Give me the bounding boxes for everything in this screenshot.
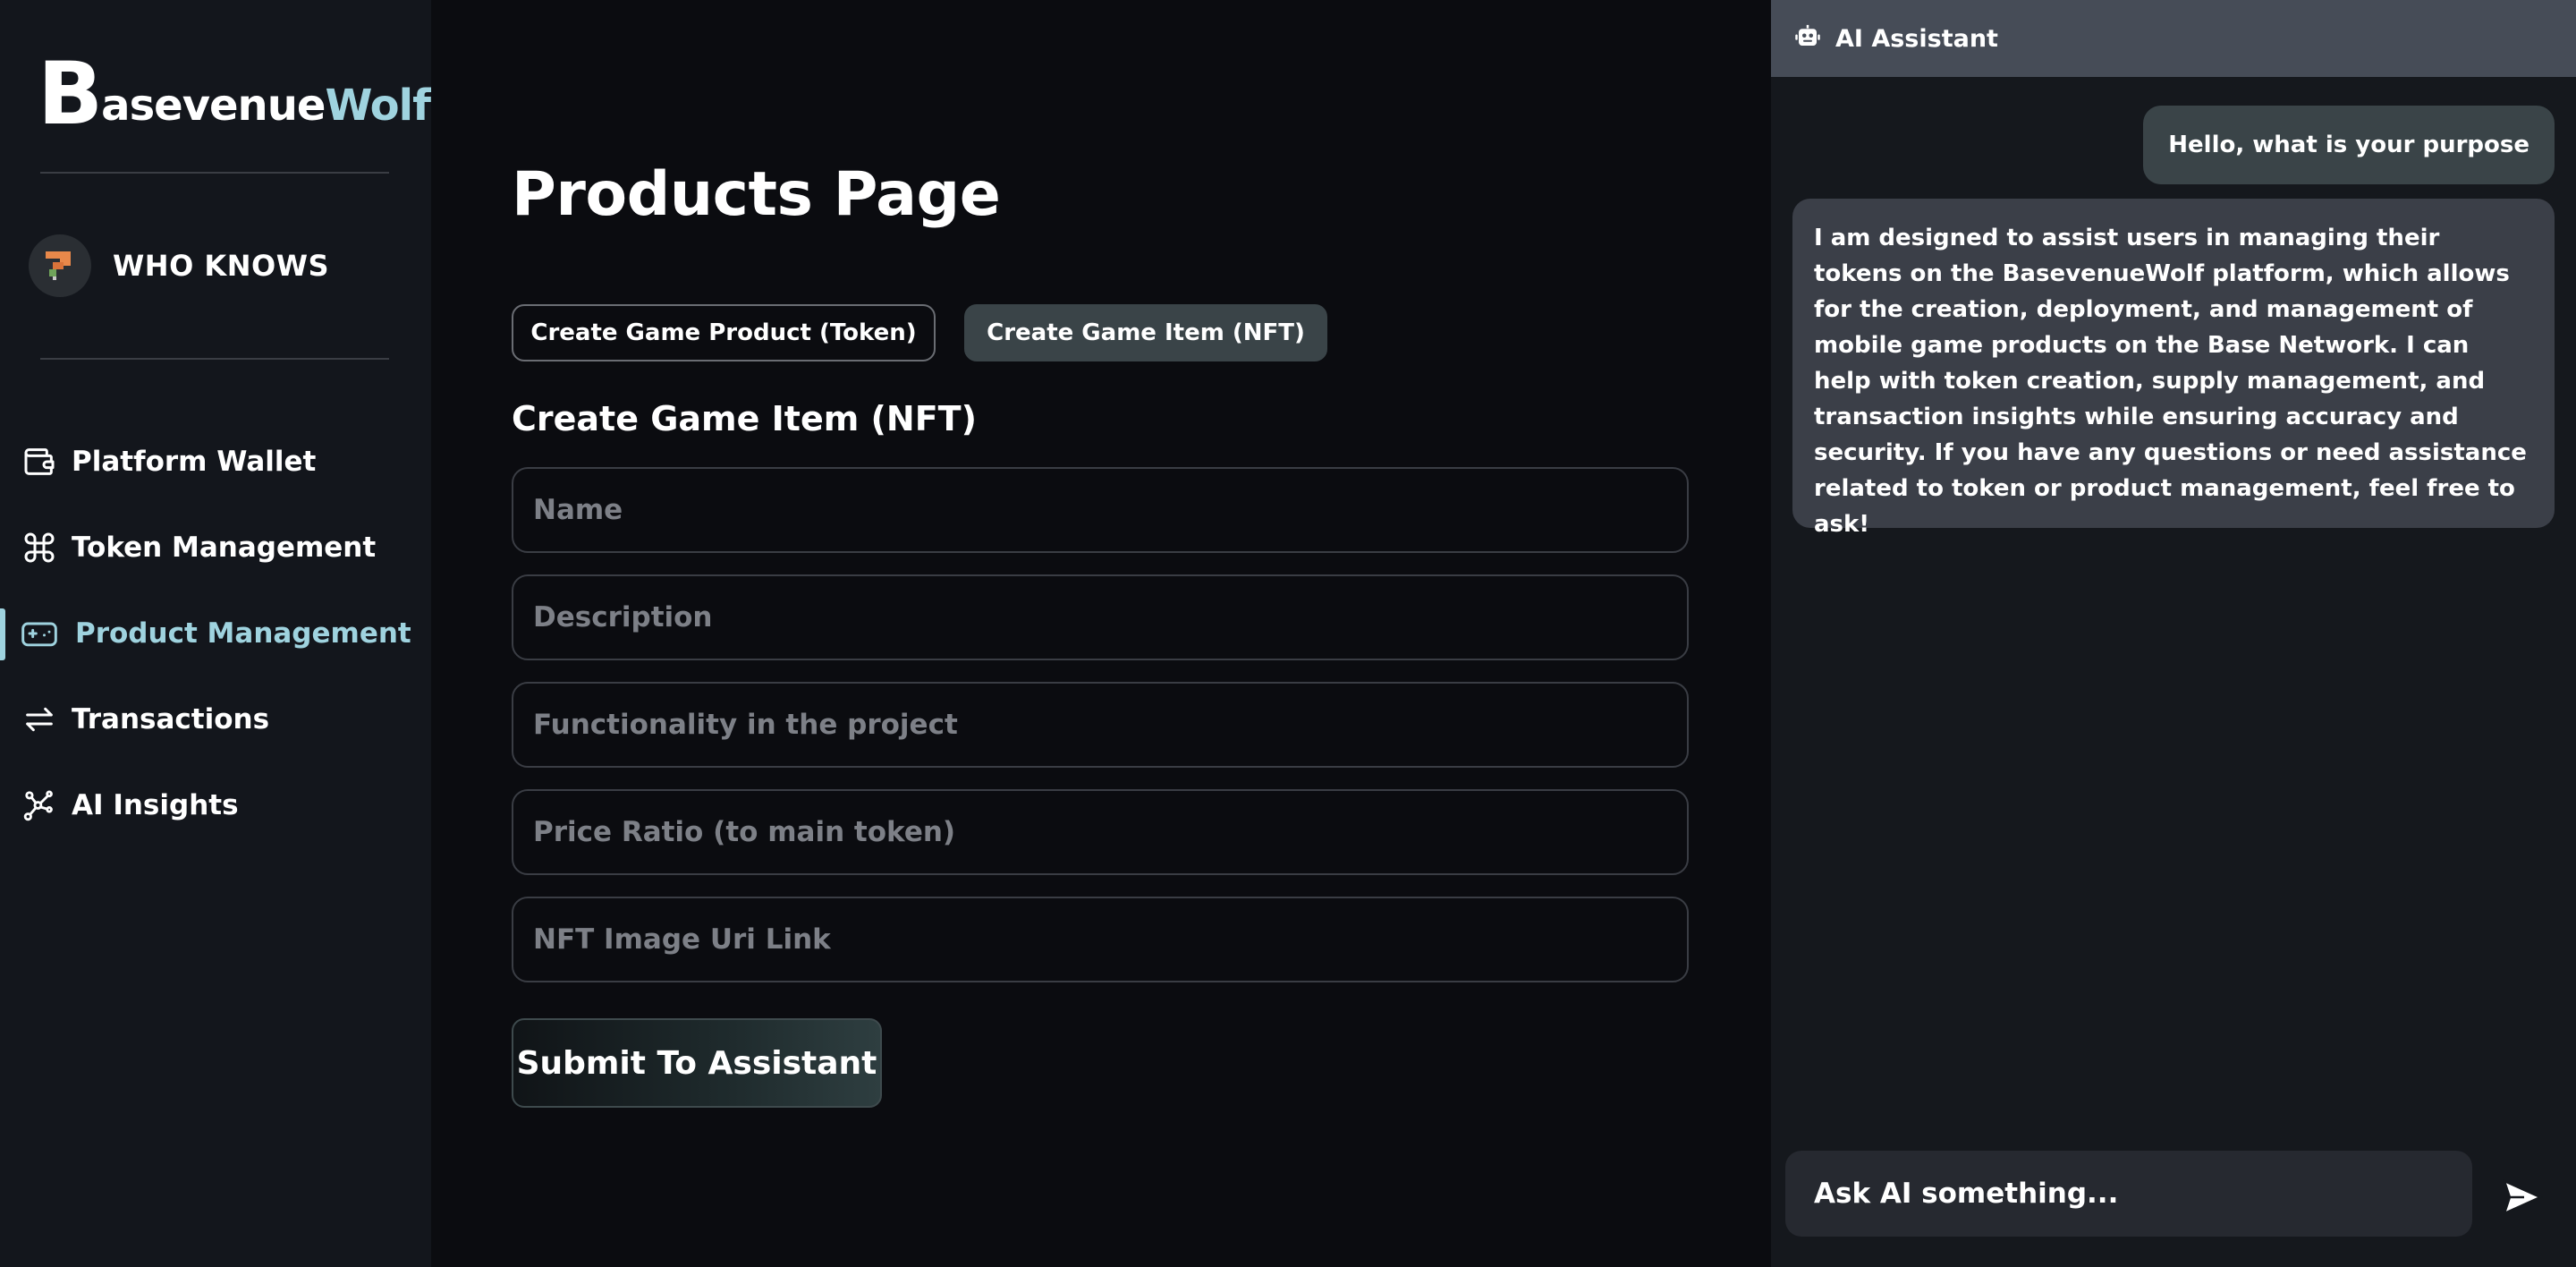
logo-wordmark: asevenueWolf <box>101 79 431 132</box>
app-logo[interactable]: B asevenueWolf <box>38 44 431 144</box>
product-tabs: Create Game Product (Token) Create Game … <box>512 304 1327 361</box>
price-ratio-field[interactable] <box>512 789 1689 875</box>
user-profile[interactable]: WHO KNOWS <box>29 234 329 297</box>
chat-input[interactable] <box>1785 1151 2472 1237</box>
arrows-exchange-icon <box>20 700 59 739</box>
sidebar: B asevenueWolf WHO KNOWS Platform Wallet… <box>0 0 431 1267</box>
pixel-avatar-icon <box>29 234 91 297</box>
sidebar-divider-bottom <box>40 358 389 360</box>
robot-icon <box>1794 23 1821 54</box>
page-title: Products Page <box>512 159 1001 230</box>
logo-part2: Wolf <box>325 81 431 131</box>
gamepad-icon <box>20 614 59 653</box>
description-field[interactable] <box>512 574 1689 660</box>
name-field[interactable] <box>512 467 1689 553</box>
chat-message-assistant: I am designed to assist users in managin… <box>1792 199 2555 538</box>
sidebar-item-label: Token Management <box>72 531 377 564</box>
sidebar-item-label: Platform Wallet <box>72 446 317 478</box>
sidebar-divider-top <box>40 172 389 174</box>
sidebar-item-token-management[interactable]: Token Management <box>0 505 431 591</box>
section-title: Create Game Item (NFT) <box>512 399 977 438</box>
sidebar-item-product-management[interactable]: Product Management <box>0 591 431 676</box>
sidebar-item-transactions[interactable]: Transactions <box>0 676 431 762</box>
sidebar-item-label: Product Management <box>75 617 411 650</box>
send-icon <box>2501 1176 2544 1222</box>
nft-image-uri-field[interactable] <box>512 897 1689 982</box>
sidebar-item-label: Transactions <box>72 703 270 736</box>
wallet-icon <box>20 442 59 481</box>
assistant-title: AI Assistant <box>1835 24 1998 53</box>
sidebar-item-platform-wallet[interactable]: Platform Wallet <box>0 419 431 505</box>
sidebar-nav: Platform Wallet Token Management Product… <box>0 419 431 848</box>
assistant-header: AI Assistant <box>1771 0 2576 77</box>
app-root: B asevenueWolf WHO KNOWS Platform Wallet… <box>0 0 2576 1267</box>
sidebar-item-ai-insights[interactable]: AI Insights <box>0 762 431 848</box>
tab-create-game-item[interactable]: Create Game Item (NFT) <box>964 304 1327 361</box>
chat-message-user: Hello, what is your purpose <box>2143 106 2555 184</box>
tab-create-game-product[interactable]: Create Game Product (Token) <box>512 304 936 361</box>
main-content: Products Page Create Game Product (Token… <box>431 0 1771 1267</box>
ai-assistant-panel: AI Assistant Hello, what is your purpose… <box>1771 0 2576 1267</box>
network-nodes-icon <box>20 786 59 825</box>
submit-to-assistant-button[interactable]: Submit To Assistant <box>512 1018 882 1108</box>
logo-part1: asevenue <box>101 81 326 131</box>
functionality-field[interactable] <box>512 682 1689 768</box>
command-icon <box>20 528 59 567</box>
sidebar-item-label: AI Insights <box>72 789 239 821</box>
send-button[interactable] <box>2496 1172 2549 1226</box>
user-name: WHO KNOWS <box>113 249 330 283</box>
logo-initial: B <box>38 44 103 144</box>
